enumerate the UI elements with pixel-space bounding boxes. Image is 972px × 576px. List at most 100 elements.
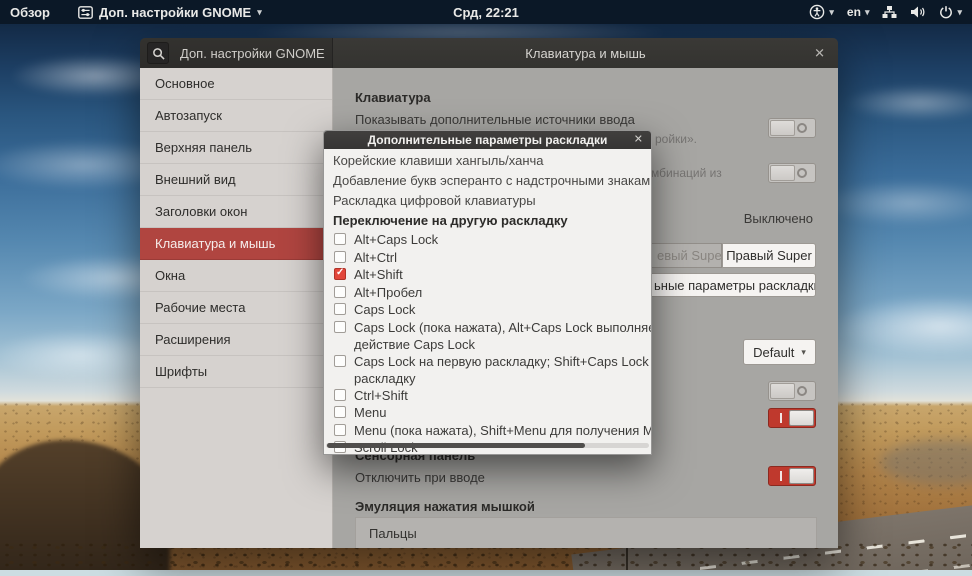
row-disable-while-typing: Отключить при вводе [355, 470, 485, 485]
category-korean[interactable]: Корейские клавиши хангыль/ханча [324, 151, 651, 171]
horizontal-scrollbar[interactable] [326, 443, 649, 448]
category-esperanto[interactable]: Добавление букв эсперанто с надстрочными… [324, 171, 651, 191]
category-numpad[interactable]: Раскладка цифровой клавиатуры [324, 191, 651, 211]
keyboard-layout-label: en [846, 5, 861, 19]
sidebar-header: Доп. настройки GNOME [140, 38, 333, 68]
toggle-key-combo[interactable] [768, 163, 816, 183]
status-area: ▾ en ▾ ▾ [809, 4, 962, 20]
option-label: Alt+Shift [354, 267, 403, 282]
toggle-show-input-sources[interactable] [768, 118, 816, 138]
close-icon[interactable]: ✕ [634, 134, 643, 146]
close-icon[interactable]: ✕ [814, 47, 825, 60]
sidebar-item-top-bar[interactable]: Верхняя панель [140, 132, 332, 164]
sidebar-item-keyboard-mouse[interactable]: Клавиатура и мышь [140, 228, 332, 260]
toggle-off-mark [797, 123, 807, 133]
chevron-down-icon: ▾ [864, 6, 870, 17]
accessibility-menu[interactable]: ▾ [809, 4, 834, 20]
app-menu-button[interactable]: Доп. настройки GNOME ▾ [78, 5, 262, 20]
toggle-third[interactable] [768, 381, 816, 401]
right-super-button[interactable]: Правый Super [722, 243, 816, 268]
search-icon [152, 47, 165, 60]
option-label: Caps Lock [354, 302, 416, 317]
toggle-off-mark [797, 168, 807, 178]
toggle-knob [770, 383, 795, 399]
checkbox[interactable] [334, 423, 346, 436]
option-row[interactable]: Alt+Пробел [324, 284, 651, 302]
section-click-emulation: Эмуляция нажатия мышкой [355, 499, 535, 514]
row-combo-fragment: мбинаций из [651, 166, 722, 180]
horizon-strip [0, 570, 972, 576]
toggle-disable-while-typing[interactable] [768, 466, 816, 486]
option-label: Menu [354, 405, 387, 420]
checkbox[interactable] [334, 233, 346, 245]
chevron-down-icon: ▾ [957, 6, 962, 17]
chevron-down-icon: ▾ [801, 346, 806, 357]
toggle-fourth[interactable] [768, 408, 816, 428]
sidebar-item-appearance[interactable]: Внешний вид [140, 164, 332, 196]
power-menu[interactable]: ▾ [939, 5, 962, 19]
cloud [820, 180, 972, 226]
fingers-row[interactable]: Пальцы [355, 517, 817, 548]
option-label: Alt+Пробел [354, 284, 423, 300]
sidebar-item-fonts[interactable]: Шрифты [140, 356, 332, 388]
option-row[interactable]: Caps Lock (пока нажата), Alt+Caps Lock в… [324, 319, 651, 353]
option-row[interactable]: Menu [324, 404, 651, 422]
option-label: Caps Lock на первую раскладку; Shift+Cap… [354, 353, 649, 386]
checkbox[interactable] [334, 285, 346, 298]
speaker-icon [911, 6, 925, 18]
scrollbar-thumb[interactable] [327, 443, 585, 448]
option-label: Alt+Ctrl [354, 249, 397, 265]
panel-titlebar[interactable]: Клавиатура и мышь ✕ [333, 38, 838, 68]
checkbox[interactable] [334, 320, 346, 333]
search-button[interactable] [147, 42, 169, 64]
category-switch-layout[interactable]: Переключение на другую раскладку [324, 211, 651, 231]
sidebar-item-window-titlebars[interactable]: Заголовки окон [140, 196, 332, 228]
checkbox[interactable] [334, 388, 346, 401]
window-title: Доп. настройки GNOME [180, 45, 325, 61]
sidebar: Основное Автозапуск Верхняя панель Внешн… [140, 68, 333, 548]
toggle-knob [770, 120, 795, 136]
default-dropdown[interactable]: Default ▾ [743, 339, 816, 365]
power-icon [940, 6, 953, 19]
checkbox[interactable] [334, 406, 346, 418]
checkbox[interactable] [334, 354, 346, 367]
app-menu-label: Доп. настройки GNOME [99, 4, 252, 20]
chevron-down-icon: ▾ [257, 6, 262, 17]
sidebar-item-general[interactable]: Основное [140, 68, 332, 100]
sidebar-item-windows[interactable]: Окна [140, 260, 332, 292]
titlebar[interactable]: Доп. настройки GNOME Клавиатура и мышь ✕ [140, 38, 838, 68]
layout-options-dialog: Дополнительные параметры раскладки ✕ Кор… [323, 130, 652, 455]
network-indicator[interactable] [882, 5, 897, 19]
clock[interactable]: Срд, 22:21 [453, 5, 519, 20]
sidebar-item-extensions[interactable]: Расширения [140, 324, 332, 356]
toggle-off-mark [797, 386, 807, 396]
option-row[interactable]: Menu (пока нажата), Shift+Menu для получ… [324, 422, 651, 440]
toggle-knob [789, 410, 814, 426]
dialog-titlebar[interactable]: Дополнительные параметры раскладки ✕ [324, 131, 651, 149]
left-super-button[interactable]: евый Super [650, 243, 722, 268]
option-label: Ctrl+Shift [354, 387, 408, 403]
sidebar-item-workspaces[interactable]: Рабочие места [140, 292, 332, 324]
option-row[interactable]: Alt+Shift [324, 266, 651, 284]
toggle-knob [770, 165, 795, 181]
tweaks-app-icon [78, 5, 93, 19]
layout-options-button[interactable]: ьные параметры раскладки [643, 273, 816, 297]
toggle-on-mark [780, 413, 782, 423]
option-row[interactable]: Ctrl+Shift [324, 387, 651, 405]
checkbox[interactable] [334, 303, 346, 315]
keyboard-layout-menu[interactable]: en ▾ [847, 5, 870, 19]
option-row[interactable]: Alt+Caps Lock [324, 231, 651, 249]
checkbox[interactable] [334, 267, 346, 280]
sidebar-item-startup[interactable]: Автозапуск [140, 100, 332, 132]
wired-network-icon [882, 6, 897, 18]
checkbox[interactable] [334, 250, 346, 263]
option-row[interactable]: Caps Lock на первую раскладку; Shift+Cap… [324, 353, 651, 387]
row-show-input-sources: Показывать дополнительные источники ввод… [355, 112, 635, 127]
option-row[interactable]: Alt+Ctrl [324, 249, 651, 267]
toggle-knob [789, 468, 814, 484]
row-subtitle-fragment: ройки». [655, 132, 698, 146]
activities-button[interactable]: Обзор [10, 5, 50, 20]
dialog-body: Корейские клавиши хангыль/ханча Добавлен… [324, 149, 651, 454]
volume-indicator[interactable] [910, 5, 926, 19]
option-row[interactable]: Caps Lock [324, 301, 651, 319]
